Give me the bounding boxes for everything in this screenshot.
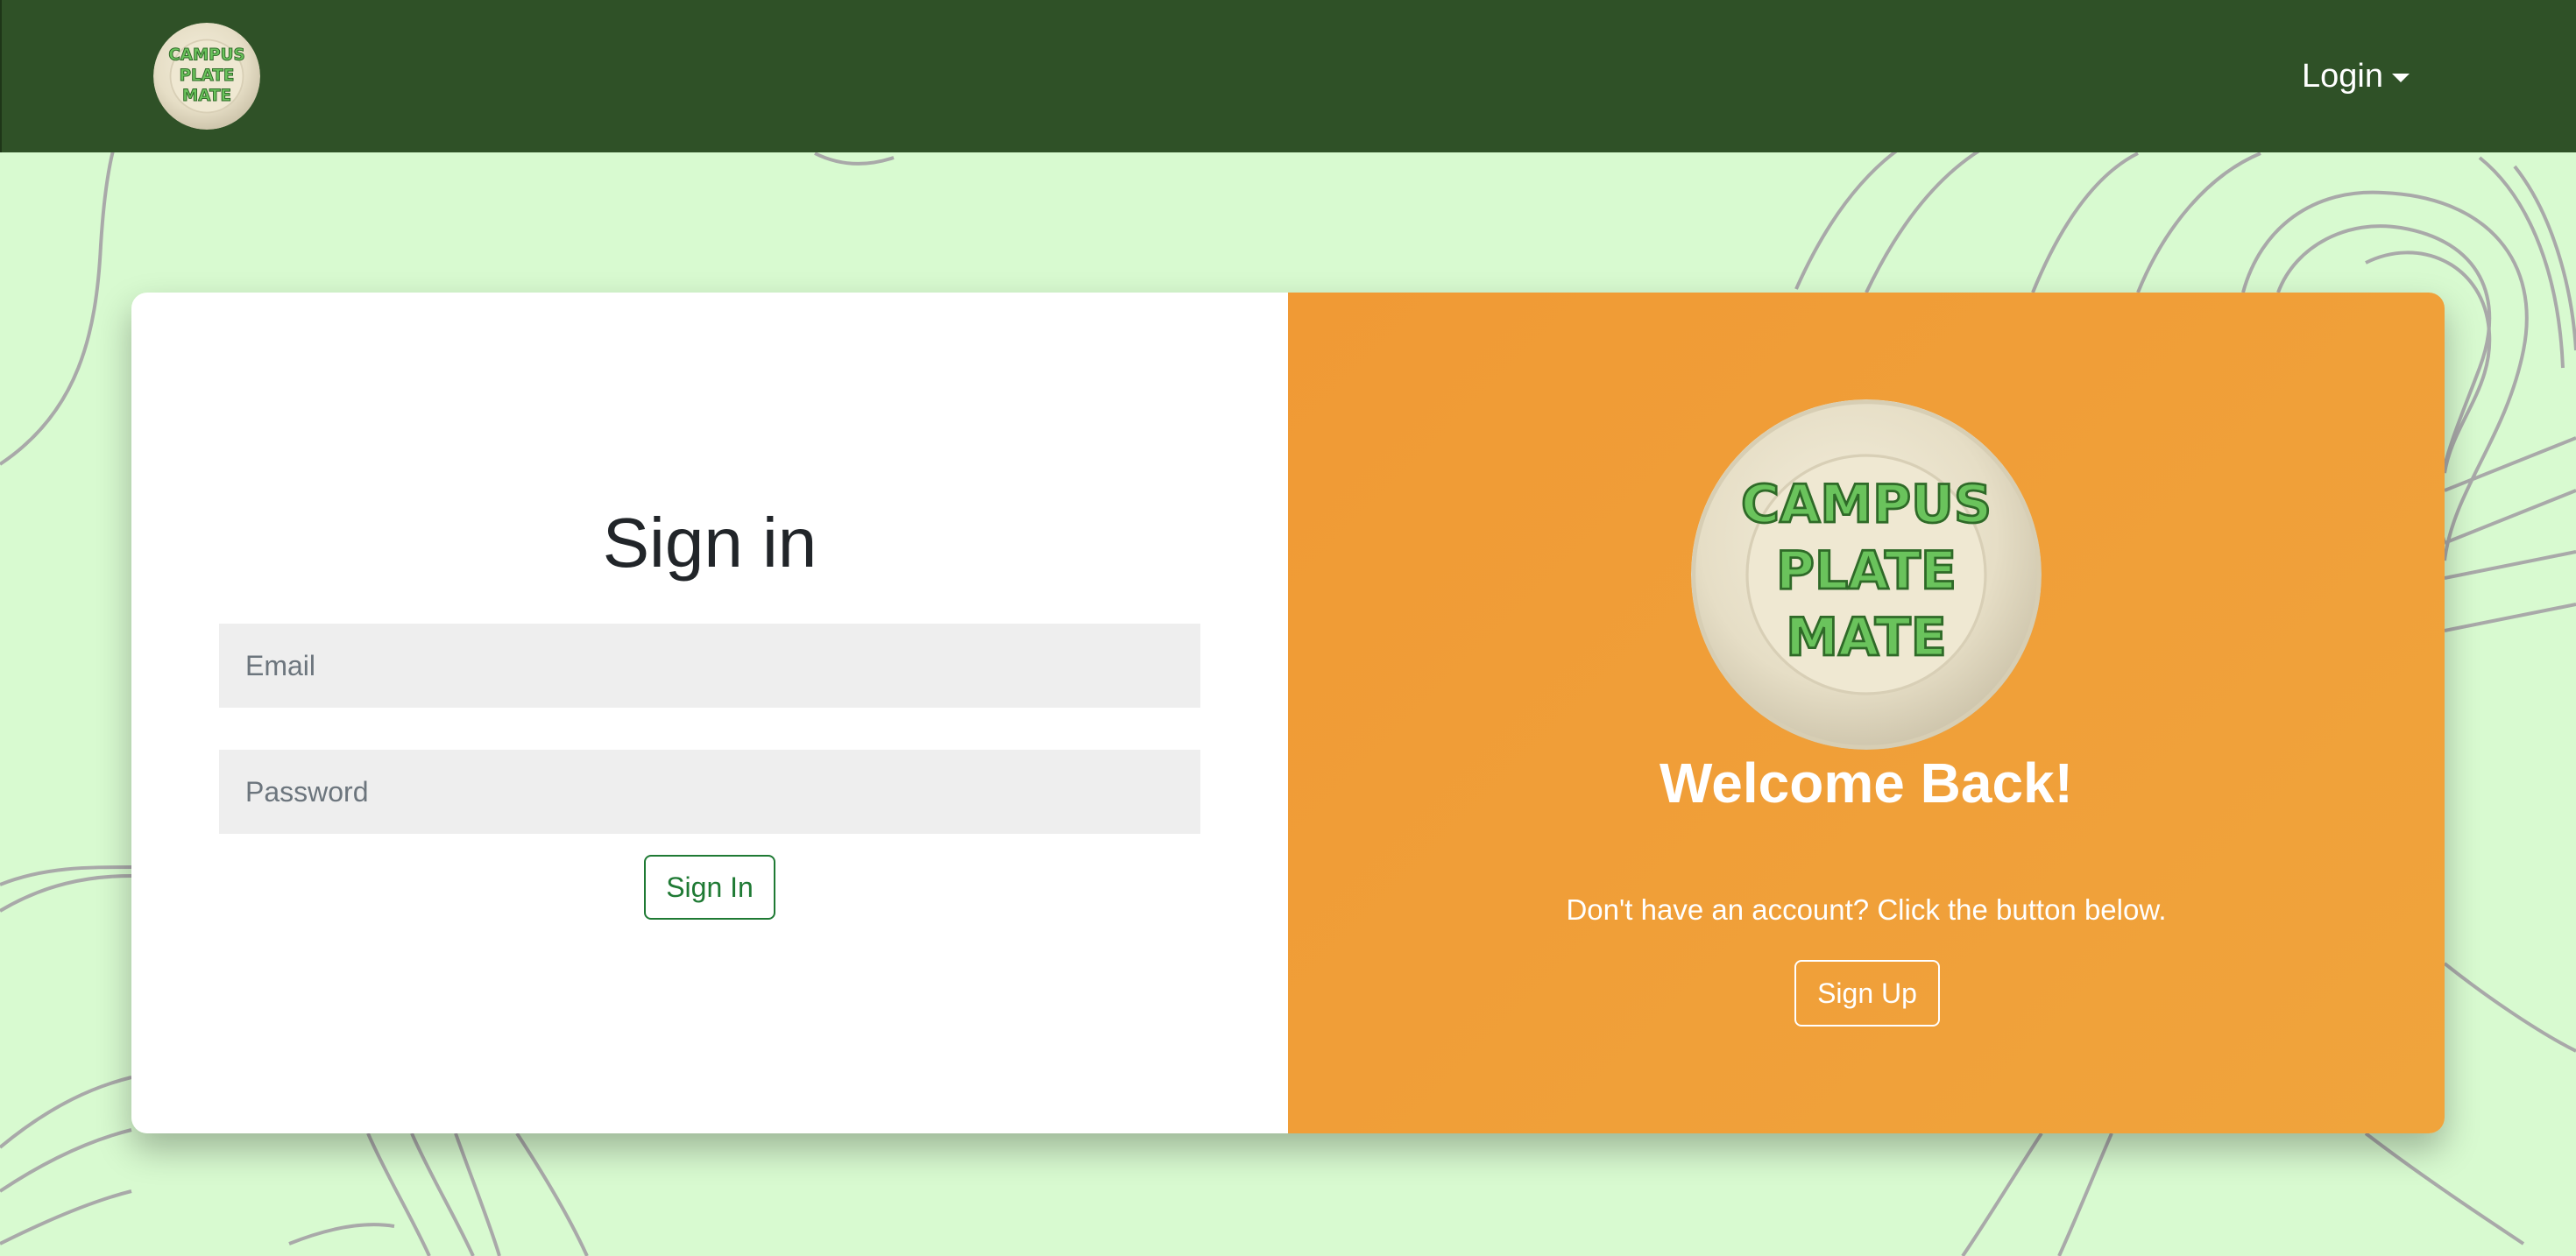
hero-logo-line-1: CAMPUS <box>1741 474 1992 535</box>
plate-logo-icon: CAMPUS PLATE MATE <box>153 23 260 130</box>
login-dropdown-toggle[interactable]: Login <box>2302 56 2410 96</box>
logo-line-3: MATE <box>182 87 231 105</box>
welcome-title: Welcome Back! <box>1660 751 2073 815</box>
signup-button[interactable]: Sign Up <box>1794 960 1940 1027</box>
plate-logo-icon: CAMPUS PLATE MATE <box>1691 399 2042 750</box>
auth-card: Sign in Sign In CAMPUS PLATE <box>131 293 2445 1133</box>
signup-prompt: Don't have an account? Click the button … <box>1566 893 2167 926</box>
signin-button[interactable]: Sign In <box>644 855 775 920</box>
hero-logo-line-3: MATE <box>1786 607 1946 668</box>
nav-plate-logo[interactable]: CAMPUS PLATE MATE <box>153 23 260 130</box>
logo-line-1: CAMPUS <box>168 46 244 65</box>
hero-logo-line-2: PLATE <box>1776 540 1957 602</box>
password-field[interactable] <box>219 750 1200 834</box>
caret-down-icon <box>2392 74 2410 82</box>
signin-panel: Sign in Sign In <box>131 293 1288 1133</box>
welcome-panel: CAMPUS PLATE MATE Welcome Back! Don't ha… <box>1288 293 2445 1133</box>
login-label: Login <box>2302 58 2383 95</box>
hero-plate-logo: CAMPUS PLATE MATE <box>1691 399 2042 750</box>
logo-line-2: PLATE <box>180 67 235 85</box>
email-field[interactable] <box>219 624 1200 708</box>
top-navbar: CAMPUS PLATE MATE Login <box>0 0 2576 152</box>
signin-title: Sign in <box>602 504 817 582</box>
